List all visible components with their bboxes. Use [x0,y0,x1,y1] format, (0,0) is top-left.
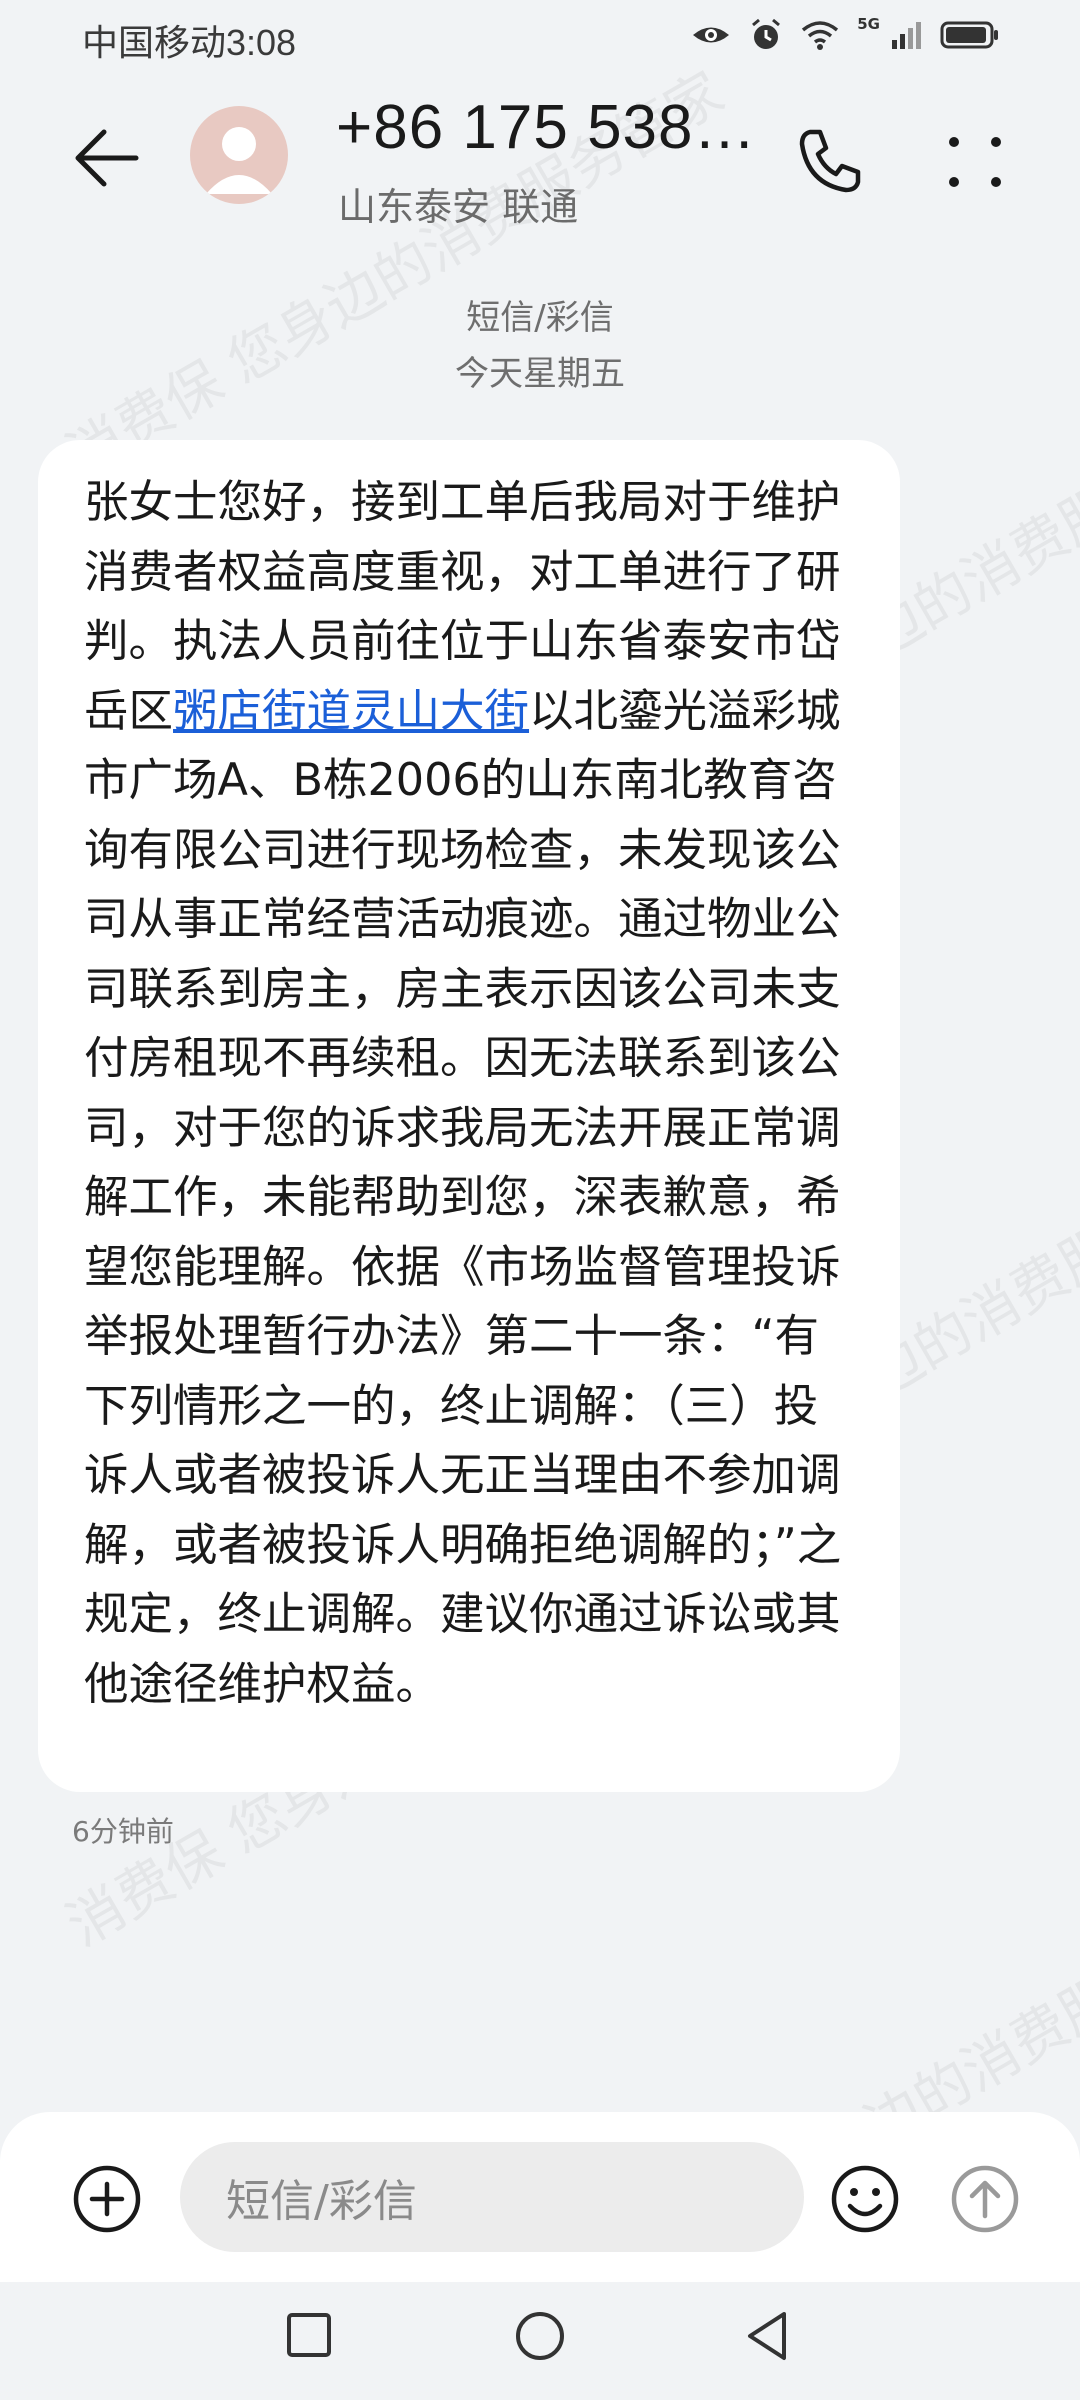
home-circle-icon [516,2312,564,2360]
address-link[interactable]: 粥店街道灵山大街 [173,686,529,737]
alarm-icon [752,18,781,49]
sms-conversation-screen: 消费保 您身边的消费服务管家 消费保 您身边的消费服务管家 消费保 您身边的消费… [0,0,1080,2400]
phone-icon [799,129,861,193]
more-options-button[interactable] [940,120,1010,200]
plus-circle-icon [73,2165,141,2233]
more-dots-icon [949,137,1001,187]
message-input[interactable]: 短信/彩信 [180,2142,804,2252]
back-triangle-icon [748,2312,786,2360]
carrier-time: 中国移动3:08 [82,22,297,63]
recents-button[interactable] [286,2312,332,2358]
date-divider: 今天星期五 [455,354,625,394]
add-attachment-button[interactable] [72,2164,142,2234]
home-button[interactable] [514,2310,566,2362]
message-timestamp: 6分钟前 [72,1815,174,1848]
signal-icon [892,22,921,49]
contact-number[interactable]: +86 175 538… [336,92,756,163]
message-type-label: 短信/彩信 [466,298,614,338]
back-button[interactable] [70,120,146,196]
smiley-icon [831,2165,899,2233]
system-navigation-bar [0,2282,1080,2400]
call-button[interactable] [790,120,870,200]
send-button[interactable] [950,2164,1020,2234]
avatar[interactable] [190,106,288,204]
message-text: 张女士您好，接到工单后我局对于维护消费者权益高度重视，对工单进行了研判。执法人员… [84,468,856,1719]
message-text-after-link: 以北鎏光溢彩城市广场A、B栋2006的山东南北教育咨询有限公司进行现场检查，未发… [84,685,842,1710]
nav-back-button[interactable] [740,2308,796,2364]
battery-icon [940,21,998,49]
status-bar: 中国移动3:08 5G [0,0,1080,72]
recents-square-icon [287,2313,331,2357]
contact-location: 山东泰安 联通 [338,185,579,229]
back-arrow-icon [75,129,139,187]
send-arrow-icon [951,2165,1019,2233]
emoji-button[interactable] [830,2164,900,2234]
person-icon [206,127,272,194]
message-bubble[interactable]: 张女士您好，接到工单后我局对于维护消费者权益高度重视，对工单进行了研判。执法人员… [38,440,900,1792]
compose-bar: 短信/彩信 [0,2112,1080,2282]
status-icons: 5G [691,14,1000,52]
eye-icon [693,27,730,43]
network-badge: 5G [857,14,880,33]
conversation-header: +86 175 538… 山东泰安 联通 [0,90,1080,240]
wifi-icon [802,21,839,50]
